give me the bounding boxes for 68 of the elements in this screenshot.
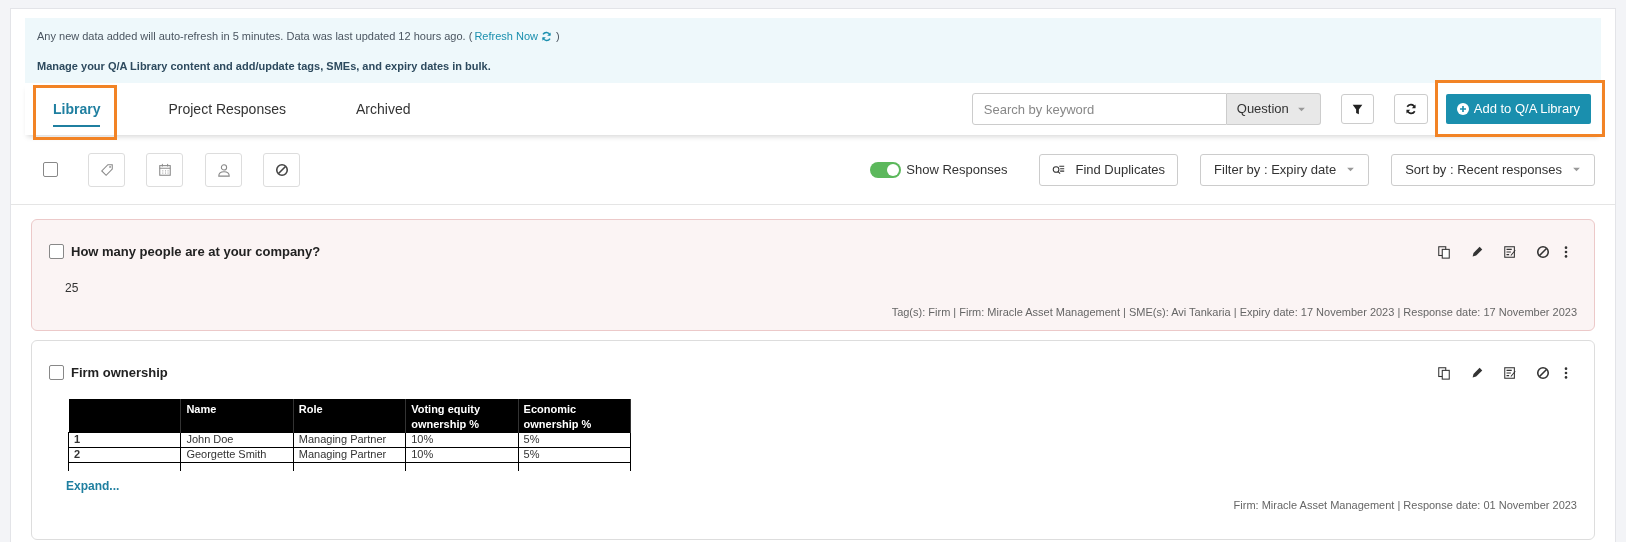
- copy-icon: [1437, 244, 1451, 259]
- table-cell: 1: [68, 432, 181, 447]
- block-icon: [274, 162, 289, 177]
- column-header: Role: [293, 398, 406, 432]
- tag-icon: [99, 162, 114, 177]
- edit-button[interactable]: [1470, 365, 1484, 380]
- tab[interactable]: Project Responses: [168, 91, 286, 127]
- table-cell: Managing Partner: [293, 432, 406, 447]
- search-field[interactable]: Search by keyword: [971, 93, 1227, 125]
- question-title: Firm ownership: [71, 364, 168, 382]
- response-meta: Firm: Miracle Asset Management | Response date: 01 November 2023: [1232, 497, 1577, 513]
- paren-text: ): [555, 29, 560, 44]
- question-title: How many people are at your company?: [71, 243, 321, 261]
- copy-icon: [1437, 365, 1451, 380]
- table-cell: 10%: [405, 432, 519, 447]
- card-checkbox[interactable]: [49, 365, 64, 381]
- table-cell: John Doe: [180, 432, 294, 447]
- tab[interactable]: Library: [53, 91, 101, 127]
- filter-dropdown[interactable]: Filter by : Expiry date: [1200, 153, 1370, 186]
- column-header: Name: [180, 398, 294, 432]
- set-expiry-button[interactable]: [146, 152, 183, 187]
- pencil-icon: [1470, 244, 1484, 259]
- add-to-library-button[interactable]: Add to Q/A Library: [1445, 94, 1591, 124]
- table-cell: 5%: [518, 432, 631, 447]
- edit-note-button[interactable]: [1503, 244, 1517, 259]
- filter-icon: [1351, 103, 1363, 115]
- card-checkbox[interactable]: [49, 244, 64, 260]
- refresh-button[interactable]: [1393, 94, 1428, 124]
- refresh-icon: [1404, 103, 1417, 115]
- search-scope-dropdown[interactable]: Question: [1226, 93, 1321, 125]
- table-cell: Managing Partner: [293, 447, 406, 462]
- note-edit-icon: [1503, 244, 1517, 259]
- plus-circle-icon: [1456, 103, 1469, 115]
- pencil-icon: [1470, 365, 1484, 380]
- calendar-icon: [157, 162, 172, 177]
- expand-link[interactable]: Expand...: [66, 476, 120, 495]
- toggle-label: Show Responses: [906, 160, 1008, 179]
- refresh-notice: Any new data added will auto-refresh in 5 minutes. Data was last updated 12 hours ago. (: [37, 29, 473, 44]
- caret-icon: [1346, 165, 1356, 174]
- filter-button[interactable]: [1340, 94, 1374, 124]
- refresh-now-link[interactable]: Refresh Now: [474, 28, 552, 45]
- block-icon: [1536, 244, 1550, 259]
- column-header: Economic ownership %: [518, 398, 631, 432]
- response-meta: Tag(s): Firm | Firm: Miracle Asset Management | SME(s): Avi Tankaria | Expiry date: 17 November 2023 | Response date: 17 November 2023: [890, 304, 1577, 320]
- sort-dropdown[interactable]: Sort by : Recent responses: [1391, 153, 1595, 186]
- tab[interactable]: Archived: [356, 91, 411, 127]
- block-icon: [1536, 365, 1550, 380]
- table-cell: Georgette Smith: [180, 447, 294, 462]
- table-cell: 10%: [405, 447, 519, 462]
- archive-button[interactable]: [1536, 244, 1550, 259]
- refresh-icon: [540, 30, 552, 42]
- edit-note-button[interactable]: [1503, 365, 1517, 380]
- edit-button[interactable]: [1470, 244, 1484, 259]
- copy-button[interactable]: [1437, 365, 1451, 380]
- show-responses-toggle[interactable]: [870, 161, 902, 178]
- archive-button[interactable]: [1536, 365, 1550, 380]
- banner-instruction: Manage your Q/A Library content and add/update tags, SMEs, and expiry dates in bulk.: [37, 58, 492, 74]
- copy-button[interactable]: [1437, 244, 1451, 259]
- person-icon: [216, 162, 231, 177]
- find-duplicates-button[interactable]: Find Duplicates: [1039, 153, 1179, 186]
- select-all-checkbox[interactable]: [43, 162, 58, 177]
- table-cell: 2: [68, 447, 181, 462]
- table-cell: 5%: [518, 447, 631, 462]
- caret-icon: [1572, 165, 1581, 174]
- duplicate-search-icon: [1052, 163, 1066, 176]
- answer-text: 25: [65, 279, 80, 297]
- note-edit-icon: [1503, 365, 1517, 380]
- column-header: Voting equity ownership %: [405, 398, 519, 432]
